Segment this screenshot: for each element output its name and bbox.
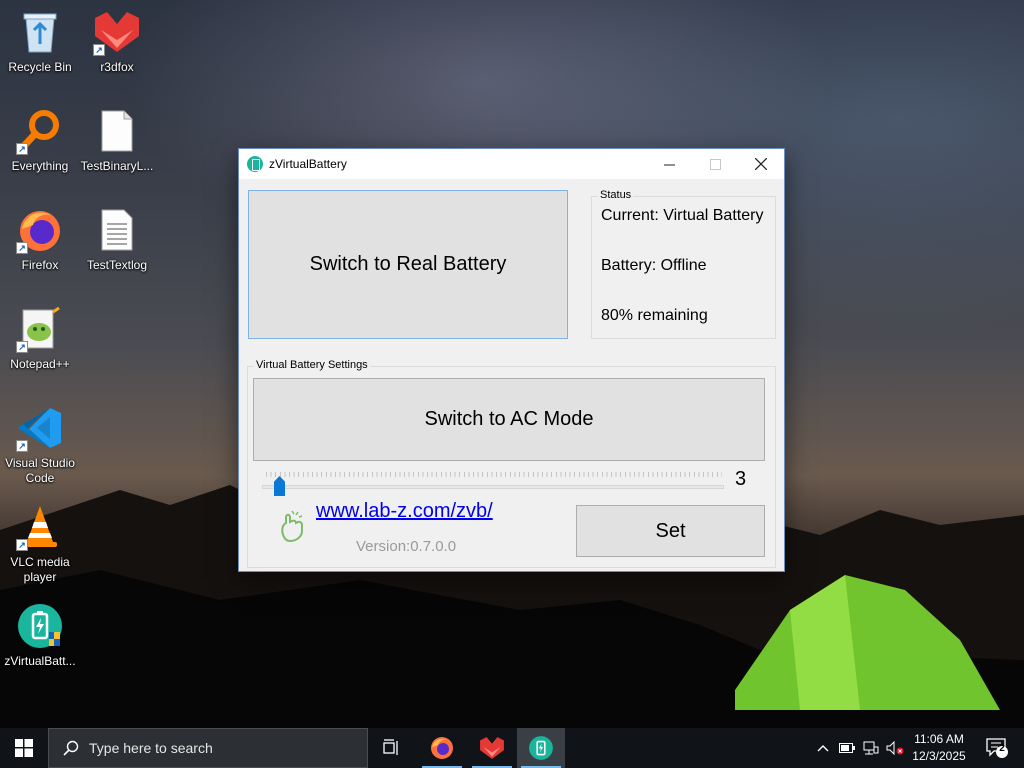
window-titlebar[interactable]: zVirtualBattery xyxy=(239,149,784,179)
file-icon xyxy=(93,107,141,155)
desktop-icon-label: TestTextlog xyxy=(86,258,148,272)
desktop-icon-testbinary[interactable]: TestBinaryL... xyxy=(77,107,157,174)
r3dfox-icon xyxy=(480,737,504,759)
r3dfox-icon: ↗ xyxy=(93,8,141,56)
zvirtualbattery-icon xyxy=(529,736,553,760)
taskbar-search-box[interactable]: Type here to search xyxy=(48,728,368,768)
desktop-icon-label: TestBinaryL... xyxy=(80,159,154,173)
switch-to-real-battery-button[interactable]: Switch to Real Battery xyxy=(248,190,568,339)
slider-ticks xyxy=(266,472,722,477)
set-button[interactable]: Set xyxy=(576,505,765,557)
website-link[interactable]: www.lab-z.com/zvb/ xyxy=(316,500,493,523)
close-icon xyxy=(755,158,767,170)
firefox-icon: ↗ xyxy=(16,206,64,254)
desktop-icon-label: Everything xyxy=(11,159,69,173)
desktop-icon-label: Recycle Bin xyxy=(8,60,72,74)
vlc-icon: ↗ xyxy=(16,503,64,551)
vscode-icon: ↗ xyxy=(16,404,64,452)
minimize-button[interactable] xyxy=(646,149,692,179)
task-view-button[interactable] xyxy=(368,728,416,768)
recycle-bin-icon xyxy=(16,8,64,56)
status-remaining: 80% remaining xyxy=(601,307,708,324)
shortcut-arrow-icon: ↗ xyxy=(16,440,28,452)
show-hidden-icons-button[interactable] xyxy=(812,728,834,768)
status-groupbox: Status Current: Virtual Battery Battery:… xyxy=(591,189,776,339)
battery-tray-button[interactable] xyxy=(836,728,858,768)
maximize-icon xyxy=(709,158,721,170)
notification-count: 2 xyxy=(999,743,1005,754)
action-center-button[interactable]: 2 xyxy=(978,728,1016,768)
desktop-icon-vscode[interactable]: ↗ Visual Studio Code xyxy=(0,404,80,486)
text-file-icon xyxy=(93,206,141,254)
taskbar-firefox-button[interactable] xyxy=(418,728,466,768)
status-battery: Battery: Offline xyxy=(601,257,707,274)
clock-time: 11:06 AM xyxy=(914,732,964,746)
desktop-icon-label: Visual Studio Code xyxy=(5,456,75,485)
windows-logo-icon xyxy=(15,739,33,757)
network-tray-button[interactable] xyxy=(860,728,882,768)
chevron-up-icon xyxy=(817,745,829,752)
desktop-icon-label: Firefox xyxy=(21,258,59,272)
battery-icon xyxy=(839,743,855,753)
firefox-icon xyxy=(431,737,453,759)
pointing-hand-icon xyxy=(281,510,303,543)
shortcut-arrow-icon: ↗ xyxy=(16,143,28,155)
app-battery-icon xyxy=(247,156,263,172)
version-label: Version:0.7.0.0 xyxy=(356,538,457,555)
search-icon xyxy=(63,740,79,756)
desktop-icon-label: Notepad++ xyxy=(10,357,70,371)
desktop-icon-zvirtualbattery[interactable]: zVirtualBatt... xyxy=(0,602,80,669)
desktop-icon-label: r3dfox xyxy=(100,60,134,74)
desktop-icon-notepadpp[interactable]: ↗ Notepad++ xyxy=(0,305,80,372)
close-button[interactable] xyxy=(738,149,784,179)
desktop-icon-everything[interactable]: ↗ Everything xyxy=(0,107,80,174)
taskbar: Type here to search 11:06 AM 12/3/2025 2 xyxy=(0,728,1024,768)
window-title: zVirtualBattery xyxy=(269,157,347,171)
desktop-icon-r3dfox[interactable]: ↗ r3dfox xyxy=(77,8,157,75)
zvirtualbattery-icon xyxy=(16,602,64,650)
settings-legend: Virtual Battery Settings xyxy=(254,359,370,371)
status-legend: Status xyxy=(598,189,634,201)
shortcut-arrow-icon: ↗ xyxy=(16,341,28,353)
start-button[interactable] xyxy=(0,728,48,768)
desktop-icon-firefox[interactable]: ↗ Firefox xyxy=(0,206,80,273)
notepad-plus-plus-icon: ↗ xyxy=(16,305,64,353)
slider-value: 3 xyxy=(735,468,747,490)
maximize-button[interactable] xyxy=(692,149,738,179)
taskbar-clock[interactable]: 11:06 AM 12/3/2025 xyxy=(900,731,978,765)
desktop-icon-recycle-bin[interactable]: Recycle Bin xyxy=(0,8,80,75)
shortcut-arrow-icon: ↗ xyxy=(16,242,28,254)
shortcut-arrow-icon: ↗ xyxy=(93,44,105,56)
shortcut-arrow-icon: ↗ xyxy=(16,539,28,551)
taskbar-r3dfox-button[interactable] xyxy=(468,728,516,768)
desktop-icon-label: VLC media player xyxy=(10,555,70,584)
minimize-icon xyxy=(663,164,675,165)
switch-to-ac-mode-button[interactable]: Switch to AC Mode xyxy=(253,378,765,461)
network-icon xyxy=(863,741,879,755)
search-placeholder: Type here to search xyxy=(89,740,213,756)
desktop-icon-label: zVirtualBatt... xyxy=(4,654,76,668)
status-current: Current: Virtual Battery xyxy=(601,207,764,224)
desktop-icon-vlc[interactable]: ↗ VLC media player xyxy=(0,503,80,585)
battery-level-slider[interactable] xyxy=(262,485,724,489)
taskbar-zvirtualbattery-button[interactable] xyxy=(517,728,565,768)
task-view-icon xyxy=(383,739,398,755)
desktop-icon-testtextlog[interactable]: TestTextlog xyxy=(77,206,157,273)
clock-date: 12/3/2025 xyxy=(912,749,966,763)
everything-search-icon: ↗ xyxy=(16,107,64,155)
